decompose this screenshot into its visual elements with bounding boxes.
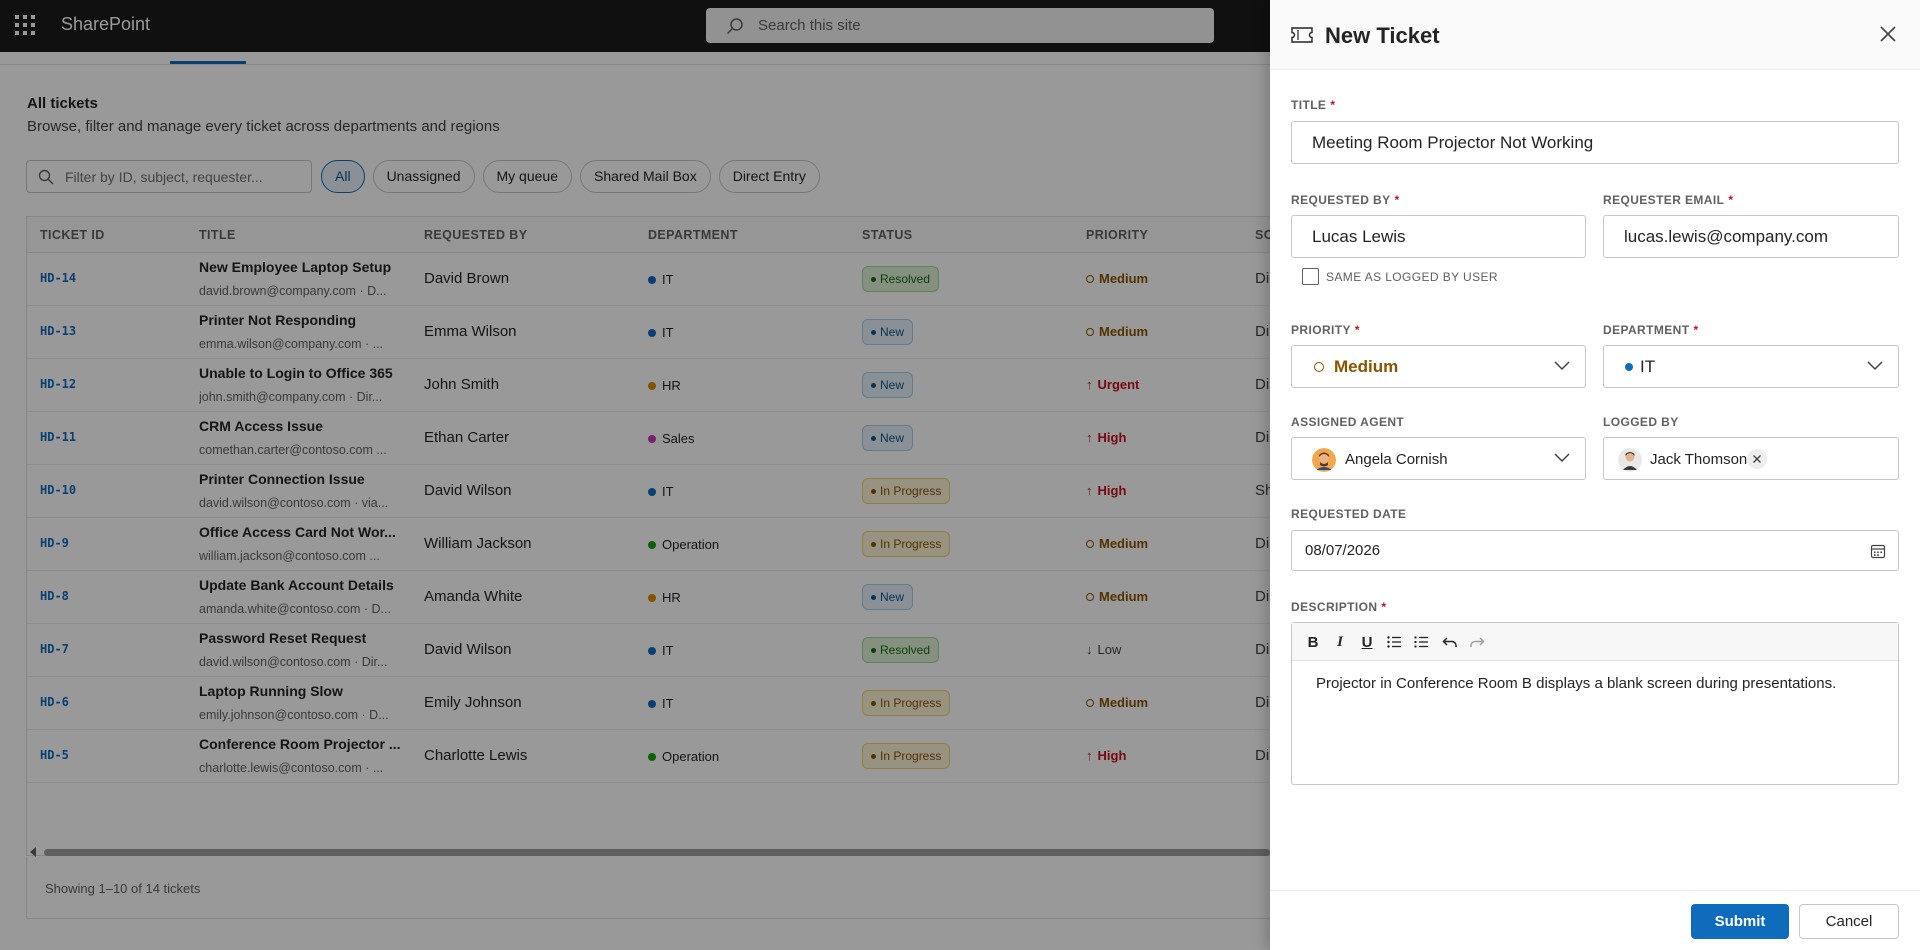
title-input[interactable]: Meeting Room Projector Not Working: [1291, 121, 1899, 164]
description-label-text: DESCRIPTION: [1291, 600, 1378, 614]
panel-header: New Ticket: [1270, 0, 1920, 70]
department-label-text: DEPARTMENT: [1603, 323, 1690, 337]
same-as-logged-label[interactable]: SAME AS LOGGED BY USER: [1326, 270, 1498, 284]
ticket-icon: [1291, 27, 1313, 43]
priority-label-text: PRIORITY: [1291, 323, 1351, 337]
requested-date-value: 08/07/2026: [1305, 542, 1381, 559]
title-value: Meeting Room Projector Not Working: [1312, 133, 1594, 152]
panel-title: New Ticket: [1325, 23, 1440, 48]
assigned-agent-value: Angela Cornish: [1345, 451, 1448, 468]
close-icon: [1753, 455, 1761, 463]
chevron-down-icon: [1867, 361, 1883, 371]
undo-icon: [1442, 637, 1457, 647]
description-text: Projector in Conference Room B displays …: [1316, 675, 1837, 692]
description-editor[interactable]: B I U Projector in Conference Room B dis…: [1291, 622, 1899, 785]
priority-value: Medium: [1334, 357, 1399, 376]
panel-footer: Submit Cancel: [1270, 890, 1920, 950]
same-as-logged-checkbox[interactable]: [1302, 268, 1319, 285]
logged-by-label: LOGGED BY: [1603, 415, 1679, 429]
remove-person-button[interactable]: [1747, 449, 1767, 469]
requested-date-label: REQUESTED DATE: [1291, 507, 1407, 521]
medium-priority-icon: [1314, 362, 1324, 372]
title-label: TITLE *: [1291, 98, 1336, 112]
numbered-list-button[interactable]: [1410, 631, 1432, 653]
redo-button[interactable]: [1466, 631, 1488, 653]
assigned-agent-dropdown[interactable]: Angela Cornish: [1291, 437, 1586, 480]
requester-email-value: lucas.lewis@company.com: [1624, 227, 1829, 246]
requested-by-input[interactable]: Lucas Lewis: [1291, 215, 1586, 258]
requester-email-label: REQUESTER EMAIL *: [1603, 193, 1734, 207]
requested-date-input[interactable]: 08/07/2026: [1291, 530, 1899, 571]
department-dropdown[interactable]: IT: [1603, 345, 1899, 388]
avatar: [1312, 448, 1336, 472]
department-color-dot: [1625, 363, 1633, 371]
numbered-list-icon: [1414, 636, 1428, 648]
title-label-text: TITLE: [1291, 98, 1327, 112]
bullet-list-button[interactable]: [1383, 631, 1405, 653]
submit-button[interactable]: Submit: [1691, 904, 1789, 939]
priority-label: PRIORITY *: [1291, 323, 1360, 337]
editor-toolbar: B I U: [1292, 623, 1898, 661]
priority-dropdown[interactable]: Medium: [1291, 345, 1586, 388]
italic-button[interactable]: I: [1329, 631, 1351, 653]
requester-email-input[interactable]: lucas.lewis@company.com: [1603, 215, 1899, 258]
requester-email-label-text: REQUESTER EMAIL: [1603, 193, 1725, 207]
department-value: IT: [1640, 357, 1656, 376]
avatar: [1618, 448, 1642, 472]
requested-by-label: REQUESTED BY *: [1291, 193, 1400, 207]
bullet-list-icon: [1387, 636, 1401, 648]
underline-button[interactable]: U: [1356, 631, 1378, 653]
bold-button[interactable]: B: [1302, 631, 1324, 653]
chevron-down-icon: [1554, 361, 1570, 371]
new-ticket-panel: New Ticket TITLE * Meeting Room Projector…: [1270, 0, 1920, 950]
chevron-down-icon: [1554, 453, 1570, 463]
calendar-icon[interactable]: [1870, 543, 1886, 559]
assigned-agent-label: ASSIGNED AGENT: [1291, 415, 1405, 429]
undo-button[interactable]: [1439, 631, 1461, 653]
logged-by-value: Jack Thomson: [1650, 451, 1748, 468]
description-label: DESCRIPTION *: [1291, 600, 1387, 614]
redo-icon: [1470, 637, 1485, 647]
modal-overlay[interactable]: [0, 0, 1270, 950]
cancel-button[interactable]: Cancel: [1799, 904, 1899, 939]
requested-by-value: Lucas Lewis: [1312, 227, 1406, 246]
close-icon[interactable]: [1878, 24, 1898, 44]
requested-by-label-text: REQUESTED BY: [1291, 193, 1391, 207]
department-label: DEPARTMENT *: [1603, 323, 1699, 337]
logged-by-picker[interactable]: Jack Thomson: [1603, 437, 1899, 480]
